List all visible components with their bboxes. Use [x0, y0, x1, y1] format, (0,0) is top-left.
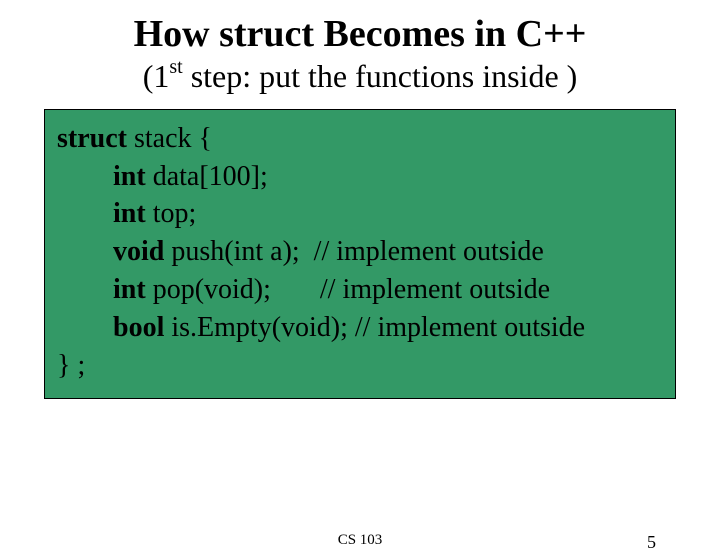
footer-course: CS 103 — [0, 532, 720, 549]
slide-subtitle: (1st step: put the functions inside ) — [0, 58, 720, 95]
code-line-3: int top; — [57, 195, 663, 233]
slide-title: How struct Becomes in C++ — [0, 14, 720, 56]
code-line-5: int pop(void); // implement outside — [57, 271, 663, 309]
subtitle-prefix: (1 — [143, 58, 170, 94]
code-text: pop(void); // implement outside — [146, 274, 550, 305]
keyword-bool: bool — [113, 312, 164, 343]
code-line-6: bool is.Empty(void); // implement outsid… — [57, 309, 663, 347]
code-text: data[100]; — [146, 161, 268, 192]
code-text: is.Empty(void); // implement outside — [164, 312, 585, 343]
keyword-void: void — [113, 236, 164, 267]
code-block: struct stack { int data[100]; int top; v… — [44, 109, 676, 400]
keyword-int: int — [113, 161, 146, 192]
code-text: stack { — [127, 123, 212, 154]
subtitle-rest: step: put the functions inside ) — [183, 58, 578, 94]
subtitle-super: st — [169, 56, 182, 78]
code-line-4: void push(int a); // implement outside — [57, 233, 663, 271]
code-line-2: int data[100]; — [57, 158, 663, 196]
keyword-int: int — [113, 198, 146, 229]
code-line-1: struct stack { — [57, 120, 663, 158]
code-text: top; — [146, 198, 197, 229]
code-text: push(int a); // implement outside — [164, 236, 544, 267]
footer-page-number: 5 — [647, 532, 656, 553]
keyword-int: int — [113, 274, 146, 305]
code-line-7: } ; — [57, 347, 663, 385]
keyword-struct: struct — [57, 123, 127, 154]
